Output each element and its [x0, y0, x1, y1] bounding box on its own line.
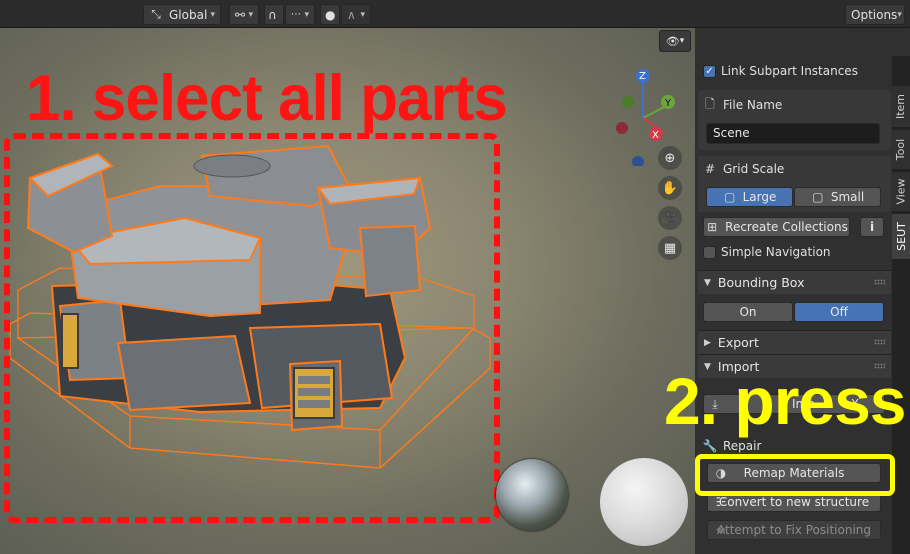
repair-label: Repair [723, 439, 762, 453]
proportional-falloff-dropdown[interactable]: ∧ ▾ [341, 4, 371, 25]
grid-icon: # [704, 162, 716, 176]
tab-seut[interactable]: SEUT [892, 214, 910, 260]
hierarchy-icon: ☷ [715, 495, 727, 509]
file-icon: 🗋 [705, 96, 715, 111]
viewport-overlay-tools: 👁 ▾ [659, 30, 691, 54]
fix-positioning-button: ✥ Attempt to Fix Positioning [707, 520, 881, 540]
gizmo-y-label: Y [664, 98, 672, 109]
zoom-icon: ⊕ [664, 150, 676, 166]
gizmo-neg-z[interactable] [632, 156, 644, 166]
camera-icon: 🎥 [661, 210, 679, 226]
drag-grip-icon[interactable] [874, 279, 885, 285]
gizmo-x-label: X [652, 130, 659, 141]
tab-view[interactable]: View [892, 172, 910, 212]
pivot-point-dropdown[interactable]: ⚯ ▾ [229, 4, 259, 25]
bounding-box-panel-header[interactable]: ▼ Bounding Box [698, 270, 891, 294]
bounding-box-on-label: On [739, 305, 757, 319]
export-panel-header[interactable]: ▶ Export [698, 330, 891, 354]
snap-increment-icon: ⋯ [291, 9, 301, 20]
simple-navigation-row[interactable]: Simple Navigation [703, 241, 885, 263]
proportional-edit-icon: ● [325, 7, 336, 22]
transform-orientation-dropdown[interactable]: ⤡ Global ▾ [143, 4, 221, 25]
tab-item-label: Item [894, 93, 908, 120]
export-title: Export [717, 335, 759, 350]
visibility-dropdown[interactable]: 👁 ▾ [659, 30, 691, 52]
small-grid-icon: ▢ [812, 190, 824, 204]
transform-icon: ✥ [715, 523, 727, 537]
chevron-down-icon: ▾ [360, 9, 365, 20]
perspective-toggle-button[interactable]: ▦ [658, 236, 682, 260]
tab-seut-label: SEUT [894, 222, 908, 251]
link-subpart-row[interactable]: ✓ Link Subpart Instances [703, 60, 885, 82]
expanded-triangle-icon: ▼ [704, 277, 711, 288]
simple-navigation-checkbox[interactable] [703, 245, 716, 259]
link-subpart-checkbox[interactable]: ✓ [703, 64, 716, 78]
collection-add-icon: ⊞ [707, 220, 718, 234]
large-grid-icon: ▢ [723, 190, 736, 204]
grid-scale-large-button[interactable]: ▢ Large [706, 187, 793, 207]
chevron-down-icon: ▾ [248, 9, 253, 20]
gizmo-neg-x[interactable] [616, 122, 628, 134]
tab-view-label: View [894, 178, 908, 205]
wrench-icon: 🔧 [702, 439, 718, 453]
link-subpart-label: Link Subpart Instances [721, 64, 858, 78]
options-label: Options [851, 7, 898, 22]
falloff-icon: ∧ [347, 7, 356, 22]
file-name-field[interactable]: Scene [706, 123, 880, 144]
transform-pivot-icon: ⚯ [235, 7, 246, 22]
snap-icon: ∩ [268, 7, 277, 22]
tab-tool[interactable]: Tool [892, 130, 910, 170]
snap-target-dropdown[interactable]: ⋯ ▾ [285, 4, 315, 25]
eye-icon: 👁 [665, 34, 680, 48]
chevron-down-icon: ▾ [897, 9, 902, 20]
info-button[interactable]: i [860, 217, 884, 237]
grid-scale-small-button[interactable]: ▢ Small [794, 187, 881, 207]
recreate-collections-label: Recreate Collections [725, 220, 848, 234]
chevron-down-icon: ▾ [304, 9, 309, 20]
gizmo-neg-y[interactable] [622, 96, 634, 108]
select-parts-annotation-box [4, 133, 500, 523]
file-name-header: 🗋 File Name [703, 94, 885, 116]
chevron-down-icon: ▾ [679, 36, 685, 46]
zoom-button[interactable]: ⊕ [658, 146, 682, 170]
viewport-header: ⤡ Global ▾ ⚯ ▾ ∩ ⋯ ▾ ● ∧ ▾ Options ▾ [0, 0, 910, 28]
drag-grip-icon[interactable] [874, 339, 885, 345]
tab-tool-label: Tool [894, 138, 908, 161]
bounding-box-off-label: Off [830, 305, 848, 319]
grid-scale-label: Grid Scale [723, 162, 785, 176]
hand-pan-icon: ✋ [661, 180, 679, 196]
snap-toggle[interactable]: ∩ [264, 4, 284, 25]
orientation-icon: ⤡ [151, 7, 161, 21]
step1-annotation: 1. select all parts [26, 62, 508, 135]
material-preview-sphere [600, 458, 688, 546]
bounding-box-on-button[interactable]: On [703, 302, 793, 322]
bounding-box-title: Bounding Box [717, 275, 805, 290]
hdri-preview-sphere [496, 459, 568, 531]
file-name-label: File Name [723, 98, 783, 112]
grid-scale-large-label: Large [742, 190, 777, 204]
press-highlight-box [695, 454, 895, 496]
info-icon: i [869, 220, 875, 234]
fix-positioning-label: Attempt to Fix Positioning [716, 523, 872, 537]
recreate-collections-button[interactable]: ⊞ Recreate Collections [703, 217, 850, 237]
3d-viewport[interactable]: 👁▾ ↗ ▾ Z Y X ⊕ ✋ 🎥 ▦ [0, 28, 695, 554]
options-dropdown[interactable]: Options ▾ [845, 4, 905, 25]
step2-annotation: 2. press [664, 364, 906, 438]
simple-navigation-label: Simple Navigation [721, 245, 831, 259]
grid-scale-small-label: Small [830, 190, 865, 204]
tab-item[interactable]: Item [892, 86, 910, 128]
proportional-edit-toggle[interactable]: ● [320, 4, 340, 25]
grid-scale-header: # Grid Scale [703, 158, 885, 180]
transform-orientation-label: Global [169, 7, 208, 22]
gizmo-z-label: Z [639, 71, 646, 82]
collapsed-triangle-icon: ▶ [704, 337, 711, 348]
convert-structure-label: Convert to new structure [718, 495, 870, 509]
chevron-down-icon: ▾ [210, 9, 215, 20]
bounding-box-off-button[interactable]: Off [794, 302, 884, 322]
camera-view-button[interactable]: 🎥 [658, 206, 682, 230]
pan-button[interactable]: ✋ [658, 176, 682, 200]
grid-perspective-icon: ▦ [663, 240, 677, 256]
